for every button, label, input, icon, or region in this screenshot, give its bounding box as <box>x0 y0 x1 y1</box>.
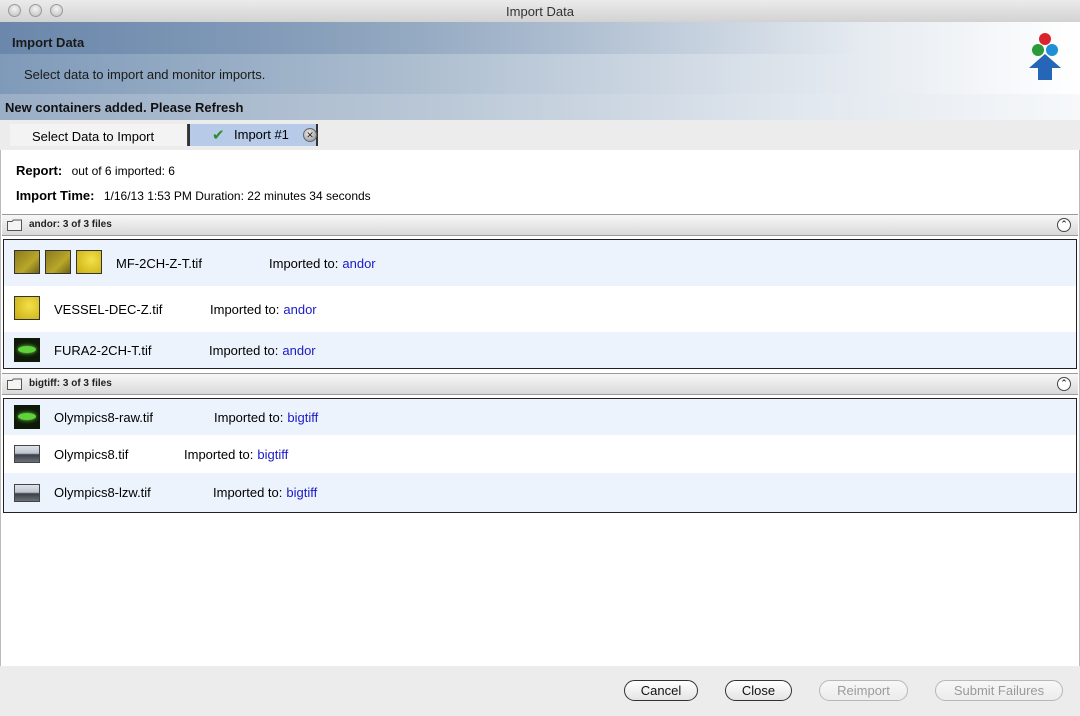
refresh-warning: New containers added. Please Refresh <box>5 100 244 115</box>
cancel-button[interactable]: Cancel <box>624 680 698 701</box>
file-name: Olympics8-lzw.tif <box>54 485 151 500</box>
close-button[interactable]: Close <box>725 680 792 701</box>
imported-to: Imported to: bigtiff <box>213 485 318 500</box>
file-name: VESSEL-DEC-Z.tif <box>54 302 163 317</box>
group-header-bigtiff[interactable]: bigtiff: 3 of 3 files ⌃ <box>2 373 1078 395</box>
window-title: Import Data <box>506 4 574 19</box>
destination-link[interactable]: bigtiff <box>287 410 318 425</box>
destination-link[interactable]: andor <box>282 343 315 358</box>
file-name: FURA2-2CH-T.tif <box>54 343 152 358</box>
tab-import-1[interactable]: ✔ Import #1 ✕ <box>188 124 318 146</box>
group-files-bigtiff: Olympics8-raw.tif Imported to: bigtiff Ol… <box>3 398 1077 513</box>
tab-bar: Select Data to Import ✔ Import #1 ✕ <box>0 120 1080 150</box>
tab-import-1-label: Import #1 <box>234 127 289 142</box>
image-thumbnail <box>45 250 71 274</box>
file-name: Olympics8.tif <box>54 447 129 462</box>
list-item[interactable]: VESSEL-DEC-Z.tif Imported to: andor <box>4 286 1076 332</box>
banner-title: Import Data <box>12 35 85 50</box>
image-thumbnail <box>14 250 40 274</box>
folder-icon <box>7 378 22 390</box>
collapse-icon[interactable]: ⌃ <box>1057 218 1071 232</box>
dialog-footer: Cancel Close Reimport Submit Failures <box>0 666 1080 716</box>
destination-link[interactable]: bigtiff <box>257 447 288 462</box>
submit-failures-button: Submit Failures <box>935 680 1063 701</box>
group-header-andor[interactable]: andor: 3 of 3 files ⌃ <box>2 214 1078 236</box>
import-time-line: Import Time: 1/16/13 1:53 PM Duration: 2… <box>16 188 371 203</box>
report-value: out of 6 imported: 6 <box>71 164 175 178</box>
header-banner: Import Data Select data to import and mo… <box>0 22 1080 120</box>
imported-to: Imported to: bigtiff <box>184 447 289 462</box>
list-item[interactable]: Olympics8.tif Imported to: bigtiff <box>4 435 1076 473</box>
imported-to: Imported to: bigtiff <box>214 410 319 425</box>
image-thumbnail <box>14 338 40 362</box>
destination-link[interactable]: andor <box>283 302 316 317</box>
report-line: Report: out of 6 imported: 6 <box>16 163 175 178</box>
destination-link[interactable]: andor <box>342 256 375 271</box>
list-item[interactable]: Olympics8-lzw.tif Imported to: bigtiff <box>4 473 1076 512</box>
tab-close-icon[interactable]: ✕ <box>303 128 317 142</box>
imported-to: Imported to: andor <box>209 343 316 358</box>
destination-link[interactable]: bigtiff <box>286 485 317 500</box>
tab-select-data[interactable]: Select Data to Import <box>10 124 188 146</box>
group-title: bigtiff: 3 of 3 files <box>29 378 112 389</box>
image-thumbnail <box>14 445 40 463</box>
image-thumbnail <box>14 484 40 502</box>
group-title: andor: 3 of 3 files <box>29 219 112 230</box>
check-icon: ✔ <box>212 127 225 144</box>
report-label: Report: <box>16 163 63 178</box>
list-item[interactable]: Olympics8-raw.tif Imported to: bigtiff <box>4 399 1076 435</box>
banner-subtitle: Select data to import and monitor import… <box>24 67 266 82</box>
collapse-icon[interactable]: ⌃ <box>1057 377 1071 391</box>
image-thumbnail <box>76 250 102 274</box>
list-item[interactable]: FURA2-2CH-T.tif Imported to: andor <box>4 332 1076 368</box>
folder-icon <box>7 219 22 231</box>
import-results-panel: Report: out of 6 imported: 6 Import Time… <box>0 150 1080 667</box>
imported-to: Imported to: andor <box>210 302 317 317</box>
window-titlebar: Import Data <box>0 0 1080 23</box>
group-files-andor: MF-2CH-Z-T.tif Imported to: andor VESSEL-… <box>3 239 1077 369</box>
tab-select-data-label: Select Data to Import <box>32 129 155 144</box>
image-thumbnail <box>14 296 40 320</box>
image-thumbnail <box>14 405 40 429</box>
file-name: Olympics8-raw.tif <box>54 410 153 425</box>
import-time-label: Import Time: <box>16 188 95 203</box>
file-name: MF-2CH-Z-T.tif <box>116 256 202 271</box>
import-logo-icon <box>1029 33 1061 80</box>
import-time-value: 1/16/13 1:53 PM Duration: 22 minutes 34 … <box>103 189 371 203</box>
list-item[interactable]: MF-2CH-Z-T.tif Imported to: andor <box>4 240 1076 286</box>
reimport-button: Reimport <box>819 680 908 701</box>
imported-to: Imported to: andor <box>269 256 376 271</box>
